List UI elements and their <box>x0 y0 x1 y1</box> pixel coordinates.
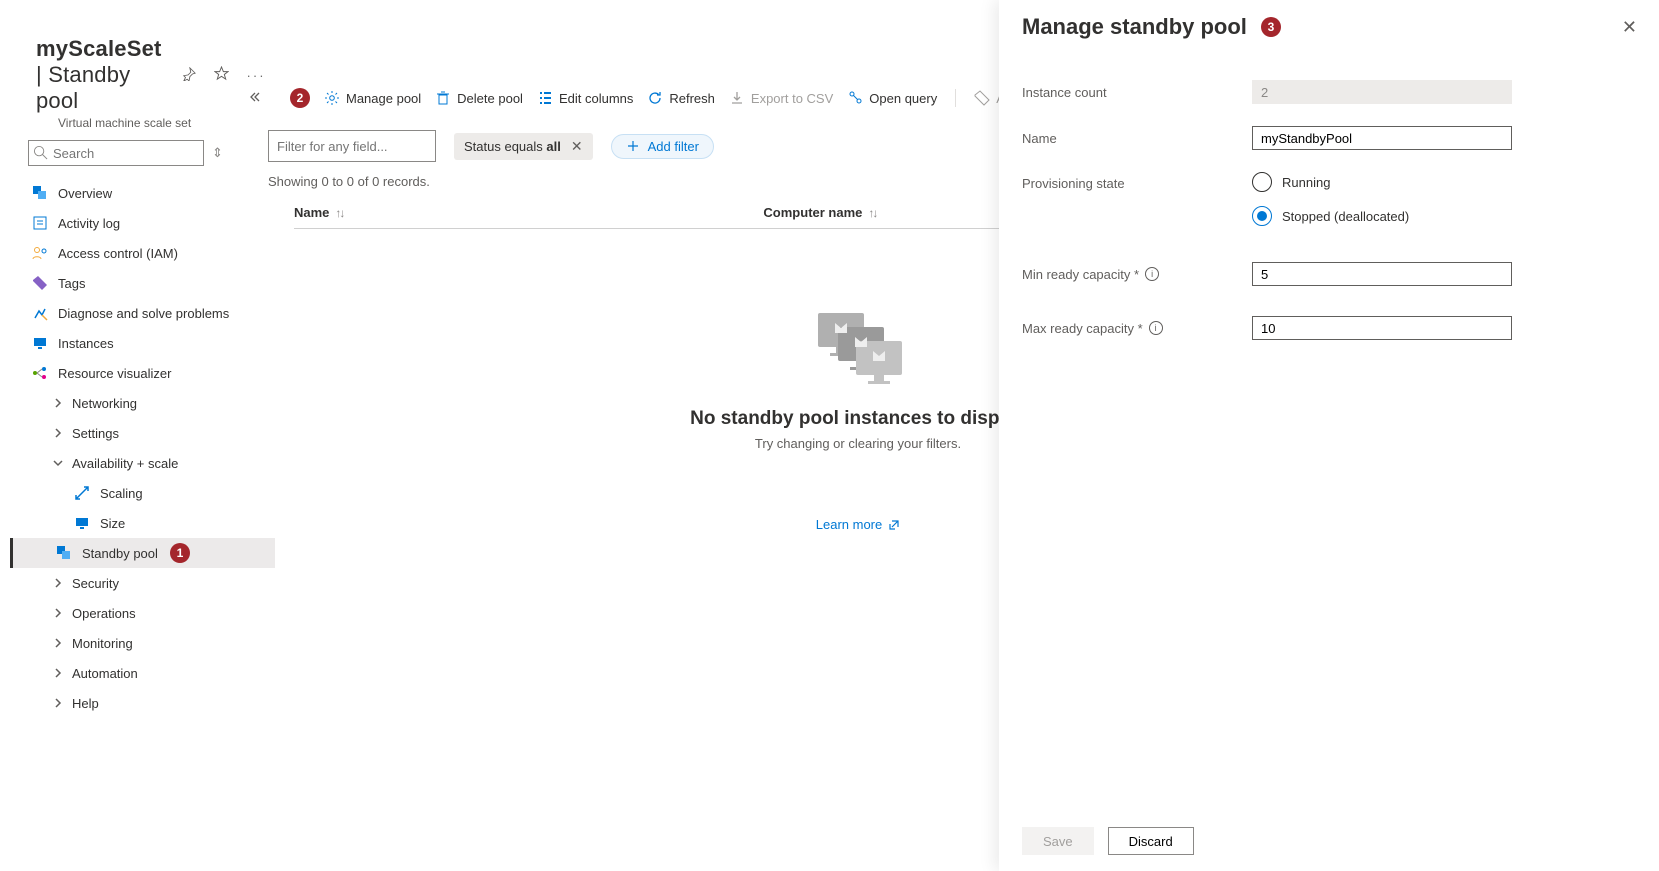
table-header: Name↑↓ Computer name↑↓ <box>294 205 1014 229</box>
sidebar-item-settings[interactable]: Settings <box>28 418 250 448</box>
gear-icon <box>324 90 340 106</box>
sidebar-item-networking[interactable]: Networking <box>28 388 250 418</box>
section-name: Standby pool <box>36 62 130 113</box>
chevron-right-icon <box>52 637 64 649</box>
info-icon[interactable]: i <box>1145 267 1159 281</box>
name-label: Name <box>1022 131 1252 146</box>
collapse-sidebar-icon[interactable] <box>248 91 260 106</box>
discard-button[interactable]: Discard <box>1108 827 1194 855</box>
search-icon <box>33 145 48 163</box>
instance-count-label: Instance count <box>1022 85 1252 100</box>
download-icon <box>729 90 745 106</box>
col-header-name[interactable]: Name↑↓ <box>294 205 343 220</box>
sort-icon: ↑↓ <box>868 206 876 220</box>
radio-running[interactable]: Running <box>1252 172 1637 192</box>
chevron-right-icon <box>52 427 64 439</box>
sidebar-item-help[interactable]: Help <box>28 688 250 718</box>
resource-type: Virtual machine scale set <box>58 116 250 130</box>
resource-name: myScaleSet <box>36 36 162 61</box>
callout-3: 3 <box>1261 17 1281 37</box>
sidebar-item-security[interactable]: Security <box>28 568 250 598</box>
sidebar-item-iam[interactable]: Access control (IAM) <box>28 238 250 268</box>
chevron-right-icon <box>52 697 64 709</box>
sidebar-item-availability[interactable]: Availability + scale <box>28 448 250 478</box>
callout-2: 2 <box>290 88 310 108</box>
filter-icon <box>626 139 640 153</box>
info-icon[interactable]: i <box>1149 321 1163 335</box>
learn-more-link[interactable]: Learn more <box>816 517 900 532</box>
save-button: Save <box>1022 827 1094 855</box>
manage-pool-panel: Manage standby pool 3 ✕ Instance count N… <box>999 0 1659 871</box>
columns-icon <box>537 90 553 106</box>
refresh-button[interactable]: Refresh <box>647 90 715 106</box>
min-capacity-label: Min ready capacity *i <box>1022 267 1252 282</box>
callout-1: 1 <box>170 543 190 563</box>
col-header-computer[interactable]: Computer name↑↓ <box>763 205 876 220</box>
sidebar-item-monitoring[interactable]: Monitoring <box>28 628 250 658</box>
external-link-icon <box>888 519 900 531</box>
empty-illustration <box>812 309 904 394</box>
sidebar-item-diagnose[interactable]: Diagnose and solve problems <box>28 298 250 328</box>
instance-count-field <box>1252 80 1512 104</box>
refresh-icon <box>647 90 663 106</box>
open-query-button[interactable]: Open query <box>847 90 937 106</box>
field-filter-input[interactable] <box>268 130 436 162</box>
sidebar-item-size[interactable]: Size <box>28 508 250 538</box>
max-capacity-field[interactable] <box>1252 316 1512 340</box>
provisioning-label: Provisioning state <box>1022 172 1252 191</box>
sidebar-nav: Overview Activity log Access control (IA… <box>28 178 250 718</box>
chevron-right-icon <box>52 607 64 619</box>
sidebar-item-standby[interactable]: Standby pool1 <box>10 538 275 568</box>
favorite-icon[interactable] <box>214 66 229 84</box>
tag-icon <box>974 90 990 106</box>
min-capacity-field[interactable] <box>1252 262 1512 286</box>
sidebar-item-overview[interactable]: Overview <box>28 178 250 208</box>
empty-subtitle: Try changing or clearing your filters. <box>755 436 961 451</box>
radio-stopped[interactable]: Stopped (deallocated) <box>1252 206 1637 226</box>
expand-collapse-icon[interactable]: ⇕ <box>212 149 223 157</box>
sort-icon: ↑↓ <box>335 206 343 220</box>
chevron-right-icon <box>52 577 64 589</box>
edit-columns-button[interactable]: Edit columns <box>537 90 633 106</box>
pin-icon[interactable] <box>182 67 196 84</box>
trash-icon <box>435 90 451 106</box>
sidebar-item-scaling[interactable]: Scaling <box>28 478 250 508</box>
chevron-down-icon <box>52 457 64 469</box>
chevron-right-icon <box>52 397 64 409</box>
sidebar-item-tags[interactable]: Tags <box>28 268 250 298</box>
sidebar-item-activity[interactable]: Activity log <box>28 208 250 238</box>
export-csv-button: Export to CSV <box>729 90 833 106</box>
name-field[interactable] <box>1252 126 1512 150</box>
search-input[interactable] <box>28 140 204 166</box>
sidebar-item-instances[interactable]: Instances <box>28 328 250 358</box>
panel-title: Manage standby pool <box>1022 14 1247 40</box>
empty-title: No standby pool instances to display <box>690 408 1026 430</box>
max-capacity-label: Max ready capacity *i <box>1022 321 1252 336</box>
status-filter-chip[interactable]: Status equals all ✕ <box>454 133 593 160</box>
manage-pool-button[interactable]: Manage pool <box>324 90 421 106</box>
sidebar-item-operations[interactable]: Operations <box>28 598 250 628</box>
page-title: myScaleSet | Standby pool <box>36 36 162 114</box>
delete-pool-button[interactable]: Delete pool <box>435 90 523 106</box>
add-filter-button[interactable]: Add filter <box>611 134 714 159</box>
remove-chip-icon[interactable]: ✕ <box>571 138 583 155</box>
sidebar-item-automation[interactable]: Automation <box>28 658 250 688</box>
close-panel-icon[interactable]: ✕ <box>1622 17 1637 38</box>
chevron-right-icon <box>52 667 64 679</box>
query-icon <box>847 90 863 106</box>
toolbar-divider <box>955 89 956 107</box>
sidebar-item-resvis[interactable]: Resource visualizer <box>28 358 250 388</box>
